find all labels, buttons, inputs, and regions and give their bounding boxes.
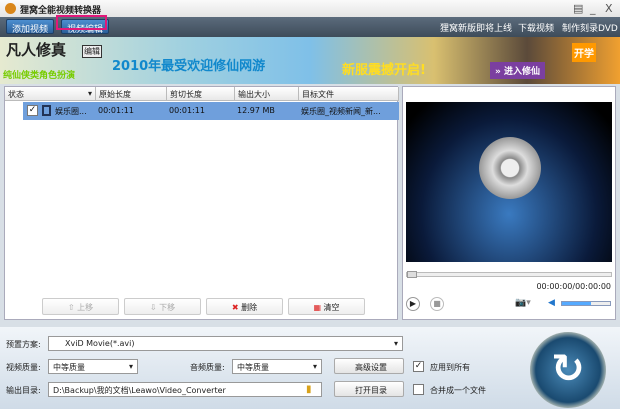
table-row[interactable]: ✓ 娱乐圈... 00:01:11 00:01:11 12.97 MB 娱乐圈_… bbox=[23, 102, 399, 120]
banner-game: 凡人修真 bbox=[6, 41, 67, 59]
col-original-length[interactable]: 原始长度 bbox=[96, 87, 167, 101]
row-target: 娱乐圈_视频新闻_新... bbox=[301, 107, 381, 116]
time-display: 00:00:00/00:00:00 bbox=[536, 282, 611, 291]
row-checkbox[interactable]: ✓ bbox=[27, 105, 38, 116]
merge-checkbox[interactable] bbox=[413, 384, 424, 395]
preview-panel: 00:00:00/00:00:00 ▶ ■ 📷▾ ◀ bbox=[402, 86, 616, 320]
banner-enter-button[interactable]: » 进入修仙 bbox=[490, 62, 545, 79]
film-icon bbox=[42, 105, 51, 116]
preset-select[interactable]: XviD Movie(*.avi) ▾ bbox=[48, 336, 403, 351]
merge-label: 合并成一个文件 bbox=[430, 386, 486, 395]
file-list: 状态 ▾ 原始长度 剪切长度 输出大小 目标文件 ✓ 娱乐圈... 00:01:1… bbox=[4, 86, 399, 320]
col-target-file[interactable]: 目标文件 bbox=[299, 87, 399, 101]
delete-button[interactable]: ✖ 删除 bbox=[206, 298, 283, 315]
row-cut: 00:01:11 bbox=[169, 106, 205, 115]
row-orig: 00:01:11 bbox=[98, 106, 134, 115]
app-logo-icon bbox=[5, 3, 16, 14]
volume-icon[interactable]: ◀ bbox=[548, 298, 555, 308]
seek-bar[interactable] bbox=[406, 271, 612, 278]
film-reel-icon bbox=[479, 137, 541, 199]
col-output-size[interactable]: 输出大小 bbox=[235, 87, 299, 101]
apply-all-checkbox[interactable]: ✓ bbox=[413, 361, 424, 372]
audio-quality-select[interactable]: 中等质量 ▾ bbox=[232, 359, 322, 374]
col-status[interactable]: 状态 ▾ bbox=[5, 87, 96, 101]
delete-icon: ✖ bbox=[231, 303, 239, 312]
video-screen bbox=[406, 102, 612, 262]
seek-handle[interactable] bbox=[407, 271, 417, 278]
banner-edit[interactable]: 编辑 bbox=[82, 45, 102, 58]
play-button[interactable]: ▶ bbox=[406, 297, 420, 311]
output-dir-input[interactable]: D:\Backup\我的文档\Leawo\Video_Converter bbox=[48, 382, 322, 397]
burn-dvd-link[interactable]: 制作刻录DVD bbox=[562, 21, 618, 34]
minimize-button[interactable]: _ bbox=[590, 2, 596, 15]
audio-quality-label: 音频质量: bbox=[190, 363, 225, 372]
advanced-settings-button[interactable]: 高级设置 bbox=[334, 358, 404, 374]
clear-icon: ▦ bbox=[313, 303, 321, 312]
download-video-link[interactable]: 下载视频 bbox=[518, 21, 554, 34]
row-size: 12.97 MB bbox=[237, 106, 275, 115]
output-dir-label: 输出目录: bbox=[6, 386, 41, 395]
preset-label: 预置方案: bbox=[6, 340, 41, 349]
settings-panel: 预置方案: XviD Movie(*.avi) ▾ 视频质量: 中等质量 ▾ 音频质… bbox=[0, 327, 620, 409]
add-video-button[interactable]: 添加视频 bbox=[6, 19, 55, 35]
row-name: 娱乐圈... bbox=[55, 107, 87, 116]
stop-button[interactable]: ■ bbox=[430, 297, 444, 311]
video-quality-select[interactable]: 中等质量 ▾ bbox=[48, 359, 138, 374]
snapshot-icon[interactable]: 📷▾ bbox=[515, 298, 531, 308]
banner-subtitle: 纯仙侠类角色扮演 bbox=[3, 71, 76, 81]
banner-headline: 2010年最受欢迎修仙网游 bbox=[112, 59, 266, 74]
open-dir-button[interactable]: 打开目录 bbox=[334, 381, 404, 397]
volume-slider[interactable] bbox=[561, 301, 611, 306]
clear-button[interactable]: ▦ 清空 bbox=[288, 298, 365, 315]
move-down-button[interactable]: ⇩ 下移 bbox=[124, 298, 201, 315]
ad-banner[interactable]: 凡人修真 编辑 纯仙侠类角色扮演 2010年最受欢迎修仙网游 新服震撼开启! »… bbox=[0, 37, 620, 84]
banner-slogan: 新服震撼开启! bbox=[342, 63, 426, 78]
folder-icon[interactable]: ▮ bbox=[306, 384, 312, 395]
banner-side: 开学 bbox=[572, 43, 596, 62]
video-quality-label: 视频质量: bbox=[6, 363, 41, 372]
col-cut-length[interactable]: 剪切长度 bbox=[167, 87, 235, 101]
highlight-box bbox=[56, 15, 107, 30]
move-up-button[interactable]: ⇧ 上移 bbox=[42, 298, 119, 315]
apply-all-label: 应用到所有 bbox=[430, 363, 470, 372]
menu-icon[interactable]: ▤ bbox=[573, 2, 583, 15]
close-button[interactable]: X bbox=[605, 2, 613, 15]
new-version-link[interactable]: 狸窝新版即将上线 bbox=[440, 21, 512, 34]
convert-button[interactable]: ↻ bbox=[530, 332, 606, 408]
